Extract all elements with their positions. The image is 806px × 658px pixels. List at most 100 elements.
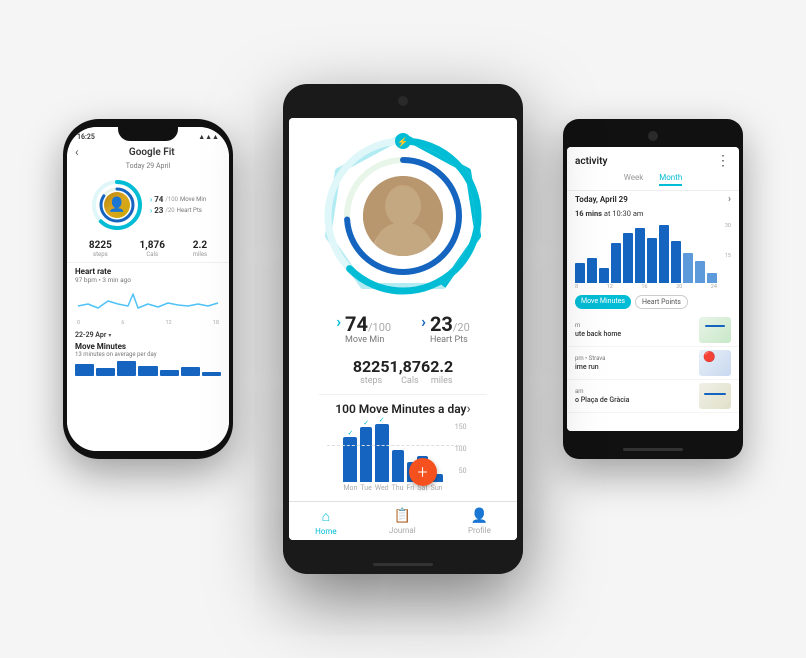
mini-bar-5 bbox=[160, 370, 179, 376]
right-bar-11 bbox=[695, 261, 705, 283]
bar-thu: ✓ Thu bbox=[392, 442, 404, 492]
journal-icon: 📋 bbox=[394, 508, 411, 524]
fab-add-button[interactable]: + bbox=[409, 458, 437, 486]
right-header: activity ⋮ bbox=[567, 147, 739, 171]
home-indicator-right bbox=[623, 448, 683, 451]
move-minutes-sub: 13 minutes on average per day bbox=[75, 351, 221, 358]
x-label-20: 20 bbox=[676, 284, 682, 290]
right-bar-2 bbox=[587, 258, 597, 283]
steps-value: 8225 bbox=[89, 240, 112, 251]
profile-icon: 👤 bbox=[471, 508, 488, 524]
bar-tue: ✓ Tue bbox=[360, 419, 371, 492]
activity-time-3: am bbox=[575, 388, 695, 395]
profile-label: Profile bbox=[468, 526, 491, 535]
bar-mon: ✓ Mon bbox=[343, 429, 357, 492]
camera-dot-right bbox=[648, 131, 658, 141]
x-label-24: 24 bbox=[711, 284, 717, 290]
miles-label: miles bbox=[193, 251, 207, 258]
move-min-stat: › 74 /100 Move Min bbox=[150, 195, 206, 204]
x-label-6: 6 bbox=[121, 320, 124, 326]
center-heart-denom: /20 bbox=[453, 321, 470, 334]
nav-home[interactable]: ⌂ Home bbox=[315, 508, 337, 536]
tab-week[interactable]: Week bbox=[624, 173, 644, 186]
more-options-icon[interactable]: ⋮ bbox=[716, 153, 731, 169]
miles-value: 2.2 bbox=[193, 240, 207, 251]
activity-time: 16 mins at 10:30 am bbox=[567, 208, 739, 221]
center-steps-val: 8225 bbox=[353, 357, 390, 376]
back-icon[interactable]: ‹ bbox=[75, 145, 79, 159]
left-date: Today 29 April bbox=[67, 161, 229, 174]
move-banner[interactable]: 100 Move Minutes a day › bbox=[319, 394, 487, 423]
bar-wed-fill bbox=[375, 424, 389, 482]
bar-tue-fill bbox=[360, 427, 371, 482]
bar-fri-label: Fri bbox=[407, 484, 415, 492]
app-title: Google Fit bbox=[83, 147, 221, 158]
right-y-15: 15 bbox=[725, 253, 731, 259]
svg-text:⚡: ⚡ bbox=[397, 136, 408, 148]
mini-bar-1 bbox=[75, 364, 94, 376]
activity-duration: 16 mins bbox=[575, 209, 602, 218]
right-bar-4 bbox=[611, 243, 621, 283]
center-cals-val: 1,876 bbox=[390, 357, 431, 376]
bar-mon-fill bbox=[343, 437, 357, 482]
left-stats: › 74 /100 Move Min › 23 /20 Heart Pts bbox=[150, 195, 206, 215]
journal-label: Journal bbox=[389, 526, 416, 535]
right-date-arrow[interactable]: › bbox=[728, 194, 731, 205]
move-section: Move Minutes 13 minutes on average per d… bbox=[67, 340, 229, 380]
nav-profile[interactable]: 👤 Profile bbox=[468, 508, 491, 536]
bar-sun: ✓ Sun + bbox=[431, 466, 443, 492]
move-banner-arrow: › bbox=[467, 401, 471, 417]
heart-arrow-icon: › bbox=[150, 206, 152, 215]
bar-chart: ✓ Mon ✓ Tue ✓ bbox=[343, 427, 462, 492]
chart-area: 150 100 50 ✓ Mon ✓ bbox=[327, 423, 478, 501]
center-heart-label: Heart Pts bbox=[430, 335, 470, 345]
cals-label: Cals bbox=[140, 251, 165, 258]
mini-bar-6 bbox=[181, 367, 200, 376]
right-bar-6 bbox=[635, 228, 645, 283]
check-wed: ✓ bbox=[379, 416, 385, 424]
x-label-0: 0 bbox=[77, 320, 80, 326]
activity-map-1 bbox=[699, 317, 731, 343]
right-date-row: Today, April 29 › bbox=[567, 191, 739, 208]
right-content: activity ⋮ Week Month Today, April 29 › bbox=[567, 147, 739, 431]
bar-mon-label: Mon bbox=[343, 484, 357, 492]
activity-item-3[interactable]: am o Plaça de Gràcia bbox=[567, 380, 739, 413]
right-bar-9 bbox=[671, 241, 681, 283]
phone-left: 16:25 ▲▲▲ ‹ Google Fit Today 29 April bbox=[63, 119, 233, 459]
move-banner-title: 100 Move Minutes a day bbox=[335, 402, 466, 416]
right-bar-1 bbox=[575, 263, 585, 283]
left-header: ‹ Google Fit bbox=[67, 143, 229, 161]
filter-buttons: Move Minutes Heart Points bbox=[567, 292, 739, 312]
date-range-text: 22-29 Apr bbox=[75, 331, 106, 339]
right-bar-3 bbox=[599, 268, 609, 283]
heart-pts-val: 23 bbox=[154, 206, 163, 215]
mini-bar-3 bbox=[117, 361, 136, 376]
iphone-notch bbox=[118, 127, 178, 141]
bar-sun-label: Sun bbox=[431, 484, 443, 492]
user-avatar-left bbox=[104, 192, 130, 218]
center-miles: 2.2 miles bbox=[430, 357, 453, 386]
right-bar-chart bbox=[575, 228, 717, 283]
bottom-nav: ⌂ Home 📋 Journal 👤 Profile bbox=[289, 501, 517, 540]
mini-bars bbox=[75, 358, 221, 378]
activity-item-2[interactable]: pm • Strava ime run bbox=[567, 347, 739, 380]
center-steps: 8225 steps bbox=[353, 357, 390, 386]
heart-pts-denom: /20 bbox=[165, 207, 174, 214]
activity-title-2: ime run bbox=[575, 363, 695, 371]
tab-month[interactable]: Month bbox=[659, 173, 682, 186]
x-label-16: 16 bbox=[641, 284, 647, 290]
center-stats: › 74/100 Move Min › 23/20 Heart Pts bbox=[316, 306, 490, 353]
date-range-arrow: ▾ bbox=[108, 332, 111, 339]
chart-x-labels: 0 6 12 18 bbox=[75, 320, 221, 326]
filter-heart-points[interactable]: Heart Points bbox=[635, 295, 688, 309]
activity-title-1: ute back home bbox=[575, 330, 695, 338]
right-title: activity bbox=[575, 156, 607, 167]
filter-move-minutes[interactable]: Move Minutes bbox=[575, 295, 631, 309]
nav-journal[interactable]: 📋 Journal bbox=[389, 508, 416, 536]
right-y-30: 30 bbox=[725, 223, 731, 229]
big-activity-circles: ⚡ bbox=[313, 126, 493, 306]
x-label-8: 8 bbox=[575, 284, 578, 290]
center-heart-val: 23 bbox=[430, 312, 453, 336]
home-indicator-center bbox=[373, 563, 433, 566]
activity-item-1[interactable]: m ute back home bbox=[567, 314, 739, 347]
